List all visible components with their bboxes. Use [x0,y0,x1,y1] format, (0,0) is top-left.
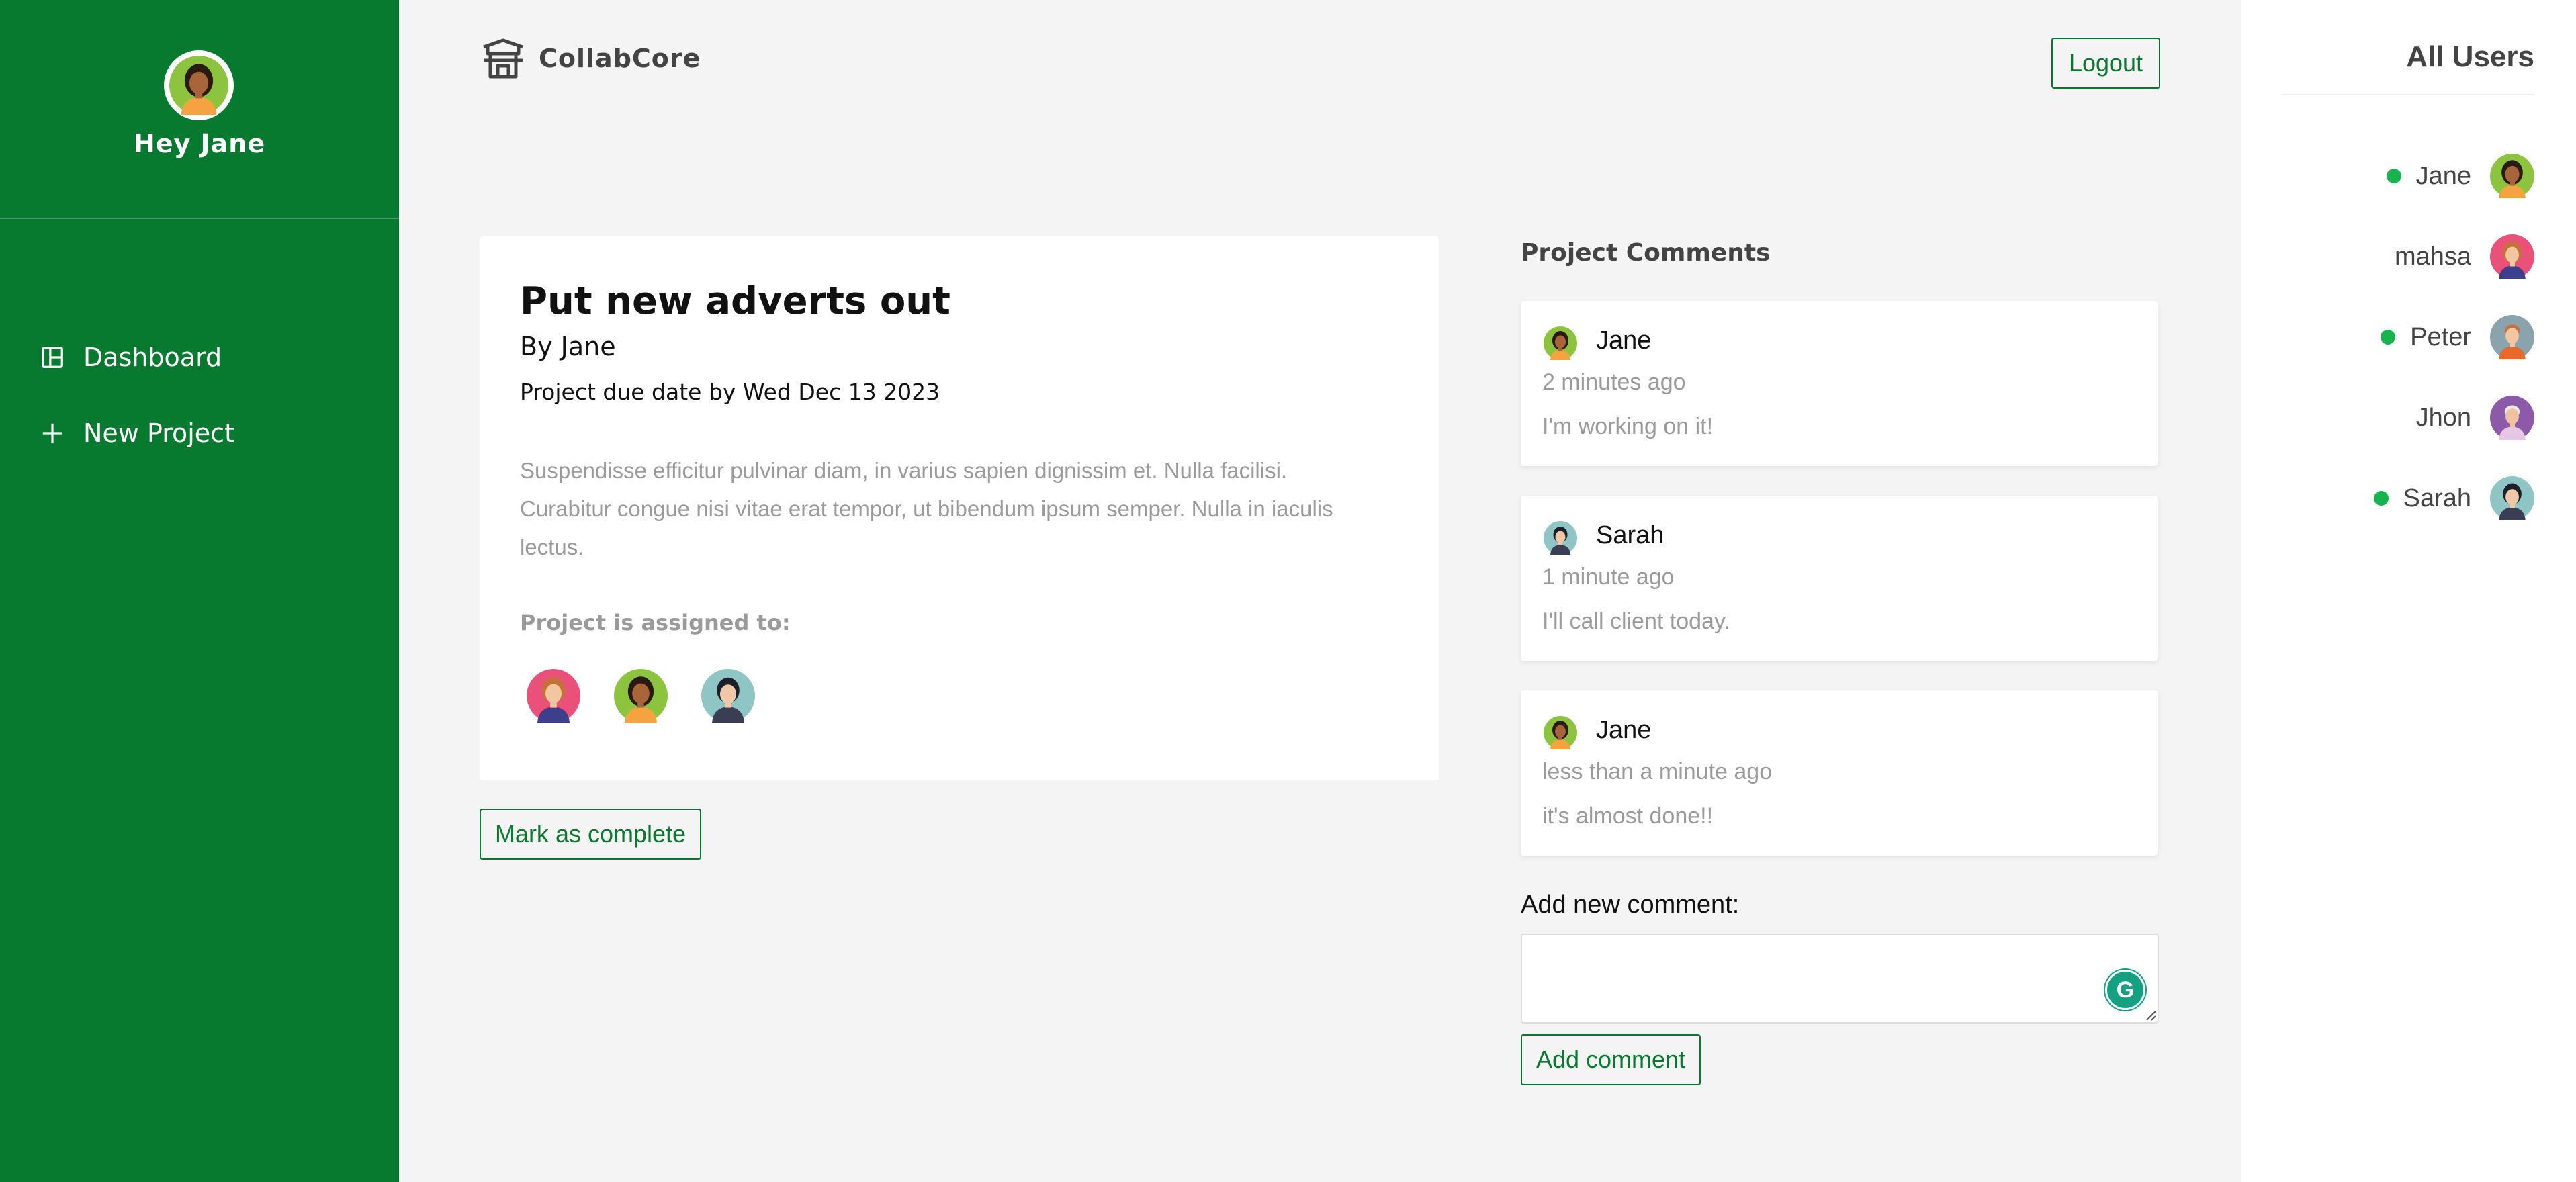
resize-handle-icon[interactable] [2144,1009,2156,1021]
avatar [2490,315,2534,359]
user-item-sarah[interactable]: Sarah [2373,475,2534,522]
user-name: mahsa [2394,242,2471,271]
comment-author: Sarah [1596,521,1664,549]
sidebar-profile: Hey Jane [0,0,399,219]
assignee-list [520,669,782,723]
comment-card: Sarah 1 minute ago I'll call client toda… [1521,496,2158,661]
comment-text: I'll call client today. [1542,608,1730,634]
avatar [1544,716,1577,749]
online-indicator [2386,169,2401,183]
user-item-jane[interactable]: Jane [2386,152,2534,199]
users-panel: All Users Jane mahsa Peter Jhon Sarah [2241,0,2576,1182]
user-name: Jhon [2415,403,2471,432]
project-description: Suspendisse efficitur pulvinar diam, in … [520,458,1333,559]
avatar [164,50,234,120]
project-title: Put new adverts out [520,279,950,323]
avatar [2490,154,2534,198]
add-comment-label: Add new comment: [1521,891,1740,919]
users-title: All Users [2406,40,2534,73]
greeting: Hey Jane [133,129,266,158]
comment-text: it's almost done!! [1542,803,1714,829]
assignee-avatar-jane[interactable] [614,669,668,723]
avatar [2490,476,2534,520]
brand[interactable]: CollabCore [481,35,701,82]
comment-card: Jane less than a minute ago it's almost … [1521,690,2158,856]
comment-time: 2 minutes ago [1542,369,1686,395]
comment-time: 1 minute ago [1542,564,1675,590]
user-item-jhon[interactable]: Jhon [2416,394,2534,441]
user-name: Sarah [2403,484,2471,512]
project-author: By Jane [520,332,616,361]
project-card: Put new adverts out By Jane Project due … [480,236,1439,780]
comment-author: Jane [1596,326,1652,355]
avatar [2490,234,2534,279]
user-name: Jane [2415,161,2471,190]
online-indicator [2373,491,2389,506]
sidebar-item-label: Dashboard [83,343,222,372]
temple-logo-icon [481,38,525,79]
assigned-label: Project is assigned to: [520,610,791,635]
sidebar-item-label: New Project [83,418,234,448]
assignee-avatar-mahsa[interactable] [527,669,580,723]
assignee-avatar-sarah[interactable] [701,669,755,723]
comment-author: Jane [1596,716,1652,744]
avatar [1544,326,1577,360]
user-item-peter[interactable]: Peter [2381,314,2534,361]
plus-icon [39,420,66,447]
comment-text: I'm working on it! [1542,414,1714,439]
dashboard-icon [39,344,66,371]
divider [2281,94,2534,95]
project-due-date: Project due date by Wed Dec 13 2023 [520,379,940,405]
comment-time: less than a minute ago [1542,759,1773,784]
avatar [1544,521,1577,555]
add-comment-button[interactable]: Add comment [1521,1034,1701,1085]
comments-title: Project Comments [1521,239,1771,267]
avatar [2490,396,2534,440]
sidebar: Hey Jane Dashboard New Project [0,0,399,1182]
comment-card: Jane 2 minutes ago I'm working on it! [1521,301,2158,466]
grammarly-icon[interactable]: G [2105,970,2145,1010]
user-name: Peter [2410,322,2471,351]
sidebar-item-dashboard[interactable]: Dashboard [39,337,222,377]
user-item-mahsa[interactable]: mahsa [2395,233,2534,280]
sidebar-item-new-project[interactable]: New Project [39,413,234,453]
mark-complete-button[interactable]: Mark as complete [480,809,701,860]
comment-textarea[interactable] [1521,934,2159,1024]
brand-name: CollabCore [539,44,701,73]
logout-button[interactable]: Logout [2051,38,2160,89]
online-indicator [2381,330,2396,345]
